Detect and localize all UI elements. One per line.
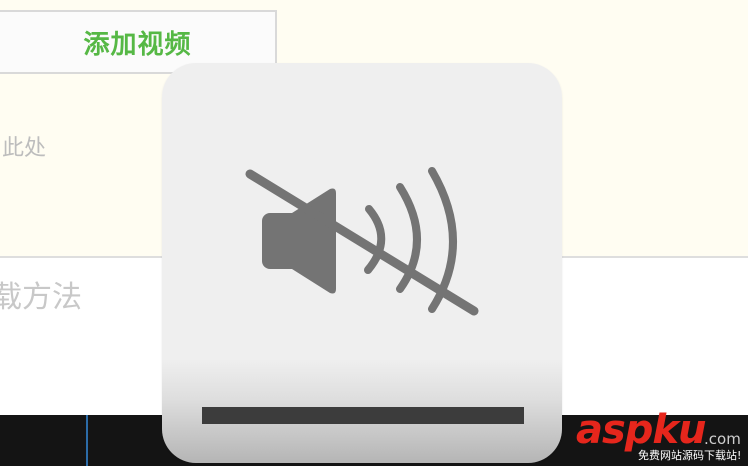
volume-level-bar xyxy=(202,407,524,424)
volume-osd xyxy=(162,63,562,463)
method-heading: 载方法 xyxy=(0,280,82,315)
watermark-subtitle: 免费网站源码下载站! xyxy=(638,449,742,462)
speaker-muted-icon xyxy=(244,163,480,323)
watermark-logo-text: aspku xyxy=(576,407,707,453)
add-video-label: 添加视频 xyxy=(83,29,192,60)
taskbar-separator xyxy=(86,415,88,466)
drop-hint-text: 此处 xyxy=(2,136,47,161)
watermark-domain: .com xyxy=(704,430,741,448)
site-watermark: aspku .com 免费网站源码下载站! xyxy=(576,408,748,466)
